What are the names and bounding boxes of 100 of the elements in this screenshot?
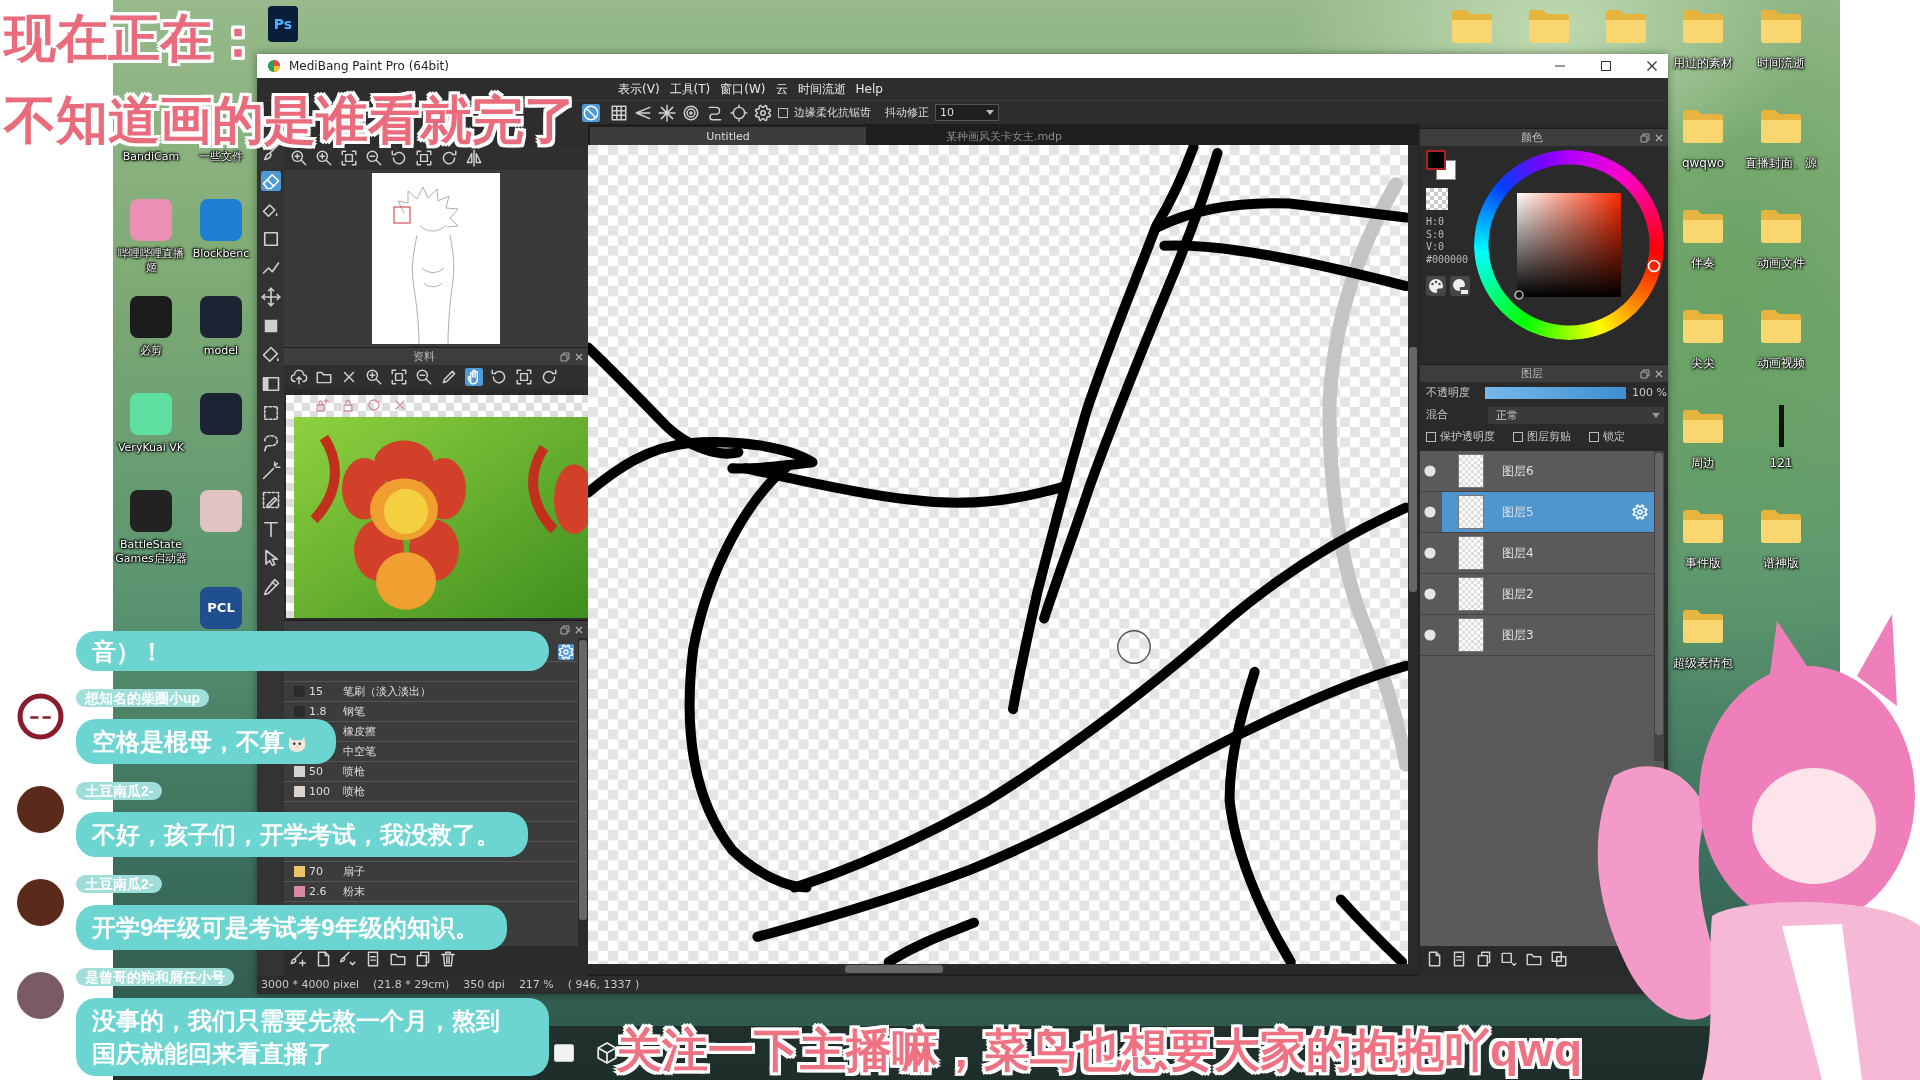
brush-name[interactable]: 粉末	[343, 884, 365, 899]
scrollbar[interactable]	[1408, 145, 1418, 964]
cloud-upload-icon[interactable]	[290, 368, 308, 386]
magnifier-plus-icon[interactable]	[315, 149, 333, 167]
app-icon[interactable]: PCL	[200, 587, 242, 629]
hand-icon[interactable]	[465, 368, 483, 386]
menu-item[interactable]: 云	[775, 81, 788, 97]
brush-name[interactable]: 扇子	[343, 864, 365, 879]
float-icon[interactable]	[1640, 132, 1650, 143]
visibility-dot-icon[interactable]	[1424, 506, 1436, 518]
brush-name[interactable]: 橡皮擦	[343, 724, 376, 739]
settings-icon[interactable]	[558, 643, 574, 660]
color-marker-icon[interactable]	[1514, 290, 1524, 300]
transparent-swatch[interactable]	[1426, 188, 1448, 210]
crosshair-circle-icon[interactable]	[730, 103, 748, 122]
foreground-color-swatch[interactable]	[1426, 150, 1446, 170]
layer-row[interactable]: 图层3	[1442, 615, 1654, 655]
menu-item[interactable]: Help	[855, 81, 883, 97]
hue-marker-icon[interactable]	[1647, 259, 1661, 273]
brush-name[interactable]: 喷枪	[343, 764, 365, 779]
flip-icon[interactable]	[465, 149, 483, 167]
eraser-icon[interactable]	[260, 171, 281, 191]
magnifier-minus-icon[interactable]	[365, 149, 383, 167]
app-label[interactable]: VeryKuai VK	[117, 441, 185, 455]
rotate-left-icon[interactable]	[390, 149, 408, 167]
float-icon[interactable]	[1640, 368, 1650, 379]
copy-icon[interactable]	[1475, 950, 1493, 968]
maximize-icon[interactable]	[1600, 60, 1612, 72]
opacity-slider[interactable]	[1485, 387, 1626, 399]
menu-item[interactable]: 工具(T)	[669, 81, 711, 97]
folder-label[interactable]: 事件版	[1685, 556, 1721, 570]
gear-icon[interactable]	[754, 103, 772, 122]
scrollbar[interactable]	[578, 638, 588, 946]
app-label[interactable]: BattleState Games启动器	[114, 538, 188, 566]
move-arrows-icon[interactable]	[260, 287, 281, 307]
visibility-dot-icon[interactable]	[1424, 588, 1436, 600]
scrollbar[interactable]	[1654, 451, 1664, 761]
app-icon[interactable]: Ps	[268, 6, 298, 42]
brush-name[interactable]: 笔刷（淡入淡出）	[343, 684, 431, 699]
line-art-drawing[interactable]	[588, 145, 1408, 964]
no-entry-icon[interactable]	[582, 103, 600, 122]
visibility-dot-icon[interactable]	[1424, 629, 1436, 641]
folder-label[interactable]: 谱神版	[1763, 556, 1799, 570]
grid-icon[interactable]	[610, 103, 628, 122]
magnifier-plus-icon[interactable]	[365, 368, 383, 386]
merge-layers-icon[interactable]	[1550, 950, 1568, 968]
checkbox[interactable]	[1589, 432, 1599, 442]
stabilizer-dropdown[interactable]: 10	[935, 104, 999, 121]
paint-bucket-icon[interactable]	[260, 345, 281, 365]
selection-pen-icon[interactable]	[260, 490, 281, 510]
checkbox[interactable]	[778, 107, 788, 118]
menu-item[interactable]: 窗口(W)	[720, 81, 766, 97]
brush-name[interactable]: 喷枪	[343, 784, 365, 799]
fit-screen-icon[interactable]	[390, 368, 408, 386]
saturation-value-square[interactable]	[1517, 193, 1621, 297]
layer-row[interactable]: 图层2	[1442, 574, 1654, 614]
fit-screen-icon[interactable]	[415, 149, 433, 167]
brush-name[interactable]: 钢笔	[343, 704, 365, 719]
palette-icon[interactable]	[1426, 276, 1446, 296]
app-icon[interactable]	[553, 1042, 575, 1064]
magnifier-plus-icon[interactable]	[290, 149, 308, 167]
rotate-right-icon[interactable]	[440, 149, 458, 167]
concentric-circles-icon[interactable]	[682, 103, 700, 122]
blend-mode-dropdown[interactable]: 正常	[1488, 406, 1664, 424]
bar-icon[interactable]	[1778, 405, 1784, 447]
magic-wand-icon[interactable]	[260, 461, 281, 481]
copy-icon[interactable]	[414, 950, 432, 968]
brush-dropdown-icon[interactable]	[339, 950, 357, 968]
fit-screen-icon[interactable]	[515, 368, 533, 386]
layer-row[interactable]: 图层4	[1442, 533, 1654, 573]
close-icon[interactable]	[1646, 60, 1658, 72]
brush-name[interactable]: 中空笔	[343, 744, 376, 759]
folder-label[interactable]: 周边	[1691, 456, 1715, 470]
icon-label[interactable]: 121	[1769, 456, 1793, 470]
palette-add-icon[interactable]	[1450, 276, 1470, 296]
brush-plus-icon[interactable]	[289, 950, 307, 968]
visibility-dot-icon[interactable]	[1424, 465, 1436, 477]
folder-label[interactable]: 超级表情包	[1673, 656, 1733, 670]
float-icon[interactable]	[560, 624, 570, 635]
document-tab[interactable]: Untitled	[590, 127, 866, 145]
radial-lines-icon[interactable]	[658, 103, 676, 122]
app-icon[interactable]	[130, 296, 172, 338]
rotate-right-icon[interactable]	[540, 368, 558, 386]
visibility-dot-icon[interactable]	[1424, 547, 1436, 559]
app-icon[interactable]	[200, 296, 242, 338]
menu-item[interactable]: 时间流逝	[797, 81, 846, 97]
menu-item[interactable]: 表示(V)	[618, 81, 660, 97]
float-icon[interactable]	[560, 351, 570, 362]
rotate-left-icon[interactable]	[490, 368, 508, 386]
gradient-icon[interactable]	[260, 374, 281, 394]
trash-icon[interactable]	[439, 950, 457, 968]
app-icon[interactable]	[200, 393, 242, 435]
magnifier-minus-icon[interactable]	[415, 368, 433, 386]
fit-screen-icon[interactable]	[340, 149, 358, 167]
checkbox[interactable]	[1426, 432, 1436, 442]
checkbox[interactable]	[1513, 432, 1523, 442]
scrollbar[interactable]	[588, 964, 1418, 974]
pen-icon[interactable]	[440, 368, 458, 386]
layer-dropdown-icon[interactable]	[1500, 950, 1518, 968]
layer-row[interactable]: 图层6	[1442, 451, 1654, 491]
